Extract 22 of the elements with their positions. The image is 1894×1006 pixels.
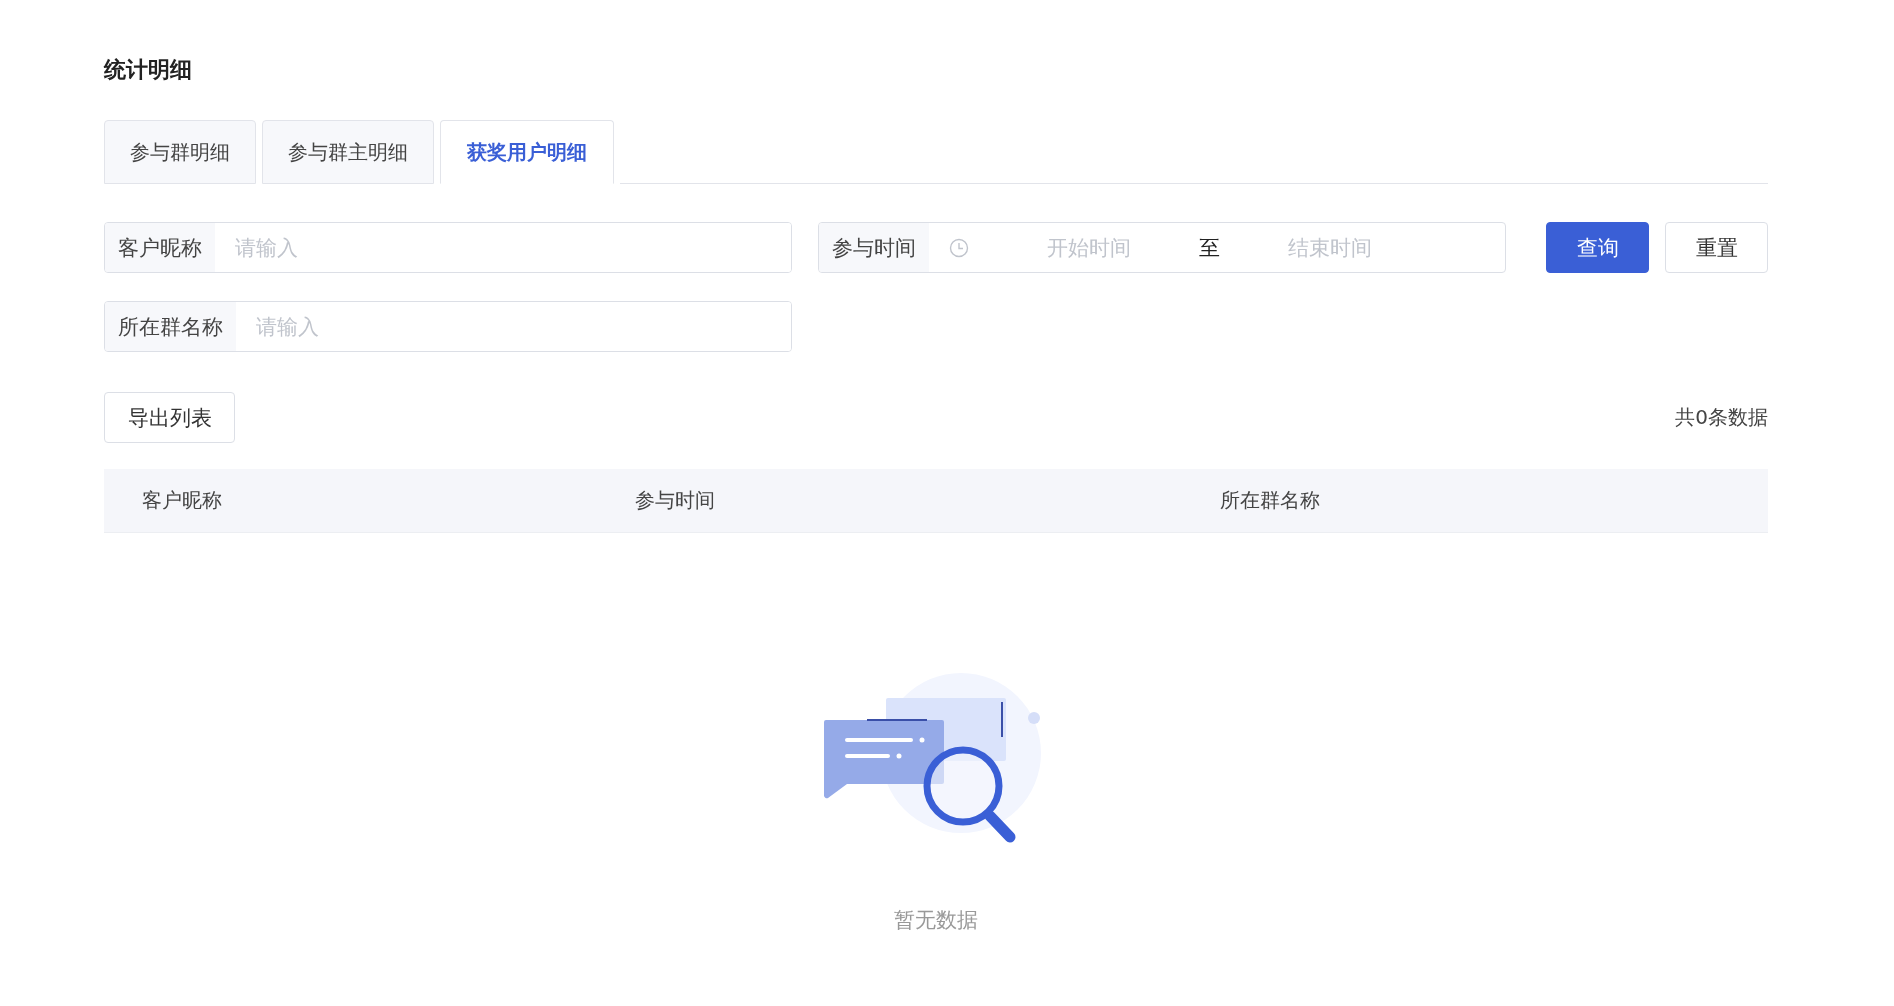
empty-state-text: 暂无数据 — [894, 907, 978, 934]
tab[interactable]: 参与群主明细 — [262, 120, 434, 184]
export-button[interactable]: 导出列表 — [104, 392, 235, 443]
field-label: 客户昵称 — [105, 223, 215, 272]
column-header: 所在群名称 — [1219, 487, 1321, 514]
range-separator: 至 — [1199, 234, 1220, 262]
field-label: 参与时间 — [819, 223, 929, 272]
nickname-field[interactable]: 客户昵称 请输入 — [104, 222, 792, 273]
start-time-placeholder: 开始时间 — [1047, 234, 1131, 262]
column-header: 参与时间 — [634, 487, 716, 514]
clock-icon — [949, 237, 969, 258]
query-button[interactable]: 查询 — [1546, 222, 1649, 273]
date-range-field[interactable]: 参与时间 开始时间 至 结束时间 — [818, 222, 1506, 273]
reset-button[interactable]: 重置 — [1665, 222, 1768, 273]
column-header: 客户昵称 — [141, 487, 223, 514]
section-title: 统计明细 — [104, 56, 193, 84]
end-time-placeholder: 结束时间 — [1288, 234, 1372, 262]
group-name-field[interactable]: 所在群名称 请输入 — [104, 301, 792, 352]
tab[interactable]: 参与群明细 — [104, 120, 256, 184]
total-count: 共0条数据 — [1675, 404, 1768, 431]
field-label: 所在群名称 — [105, 302, 236, 351]
tab[interactable]: 获奖用户明细 — [440, 120, 614, 184]
